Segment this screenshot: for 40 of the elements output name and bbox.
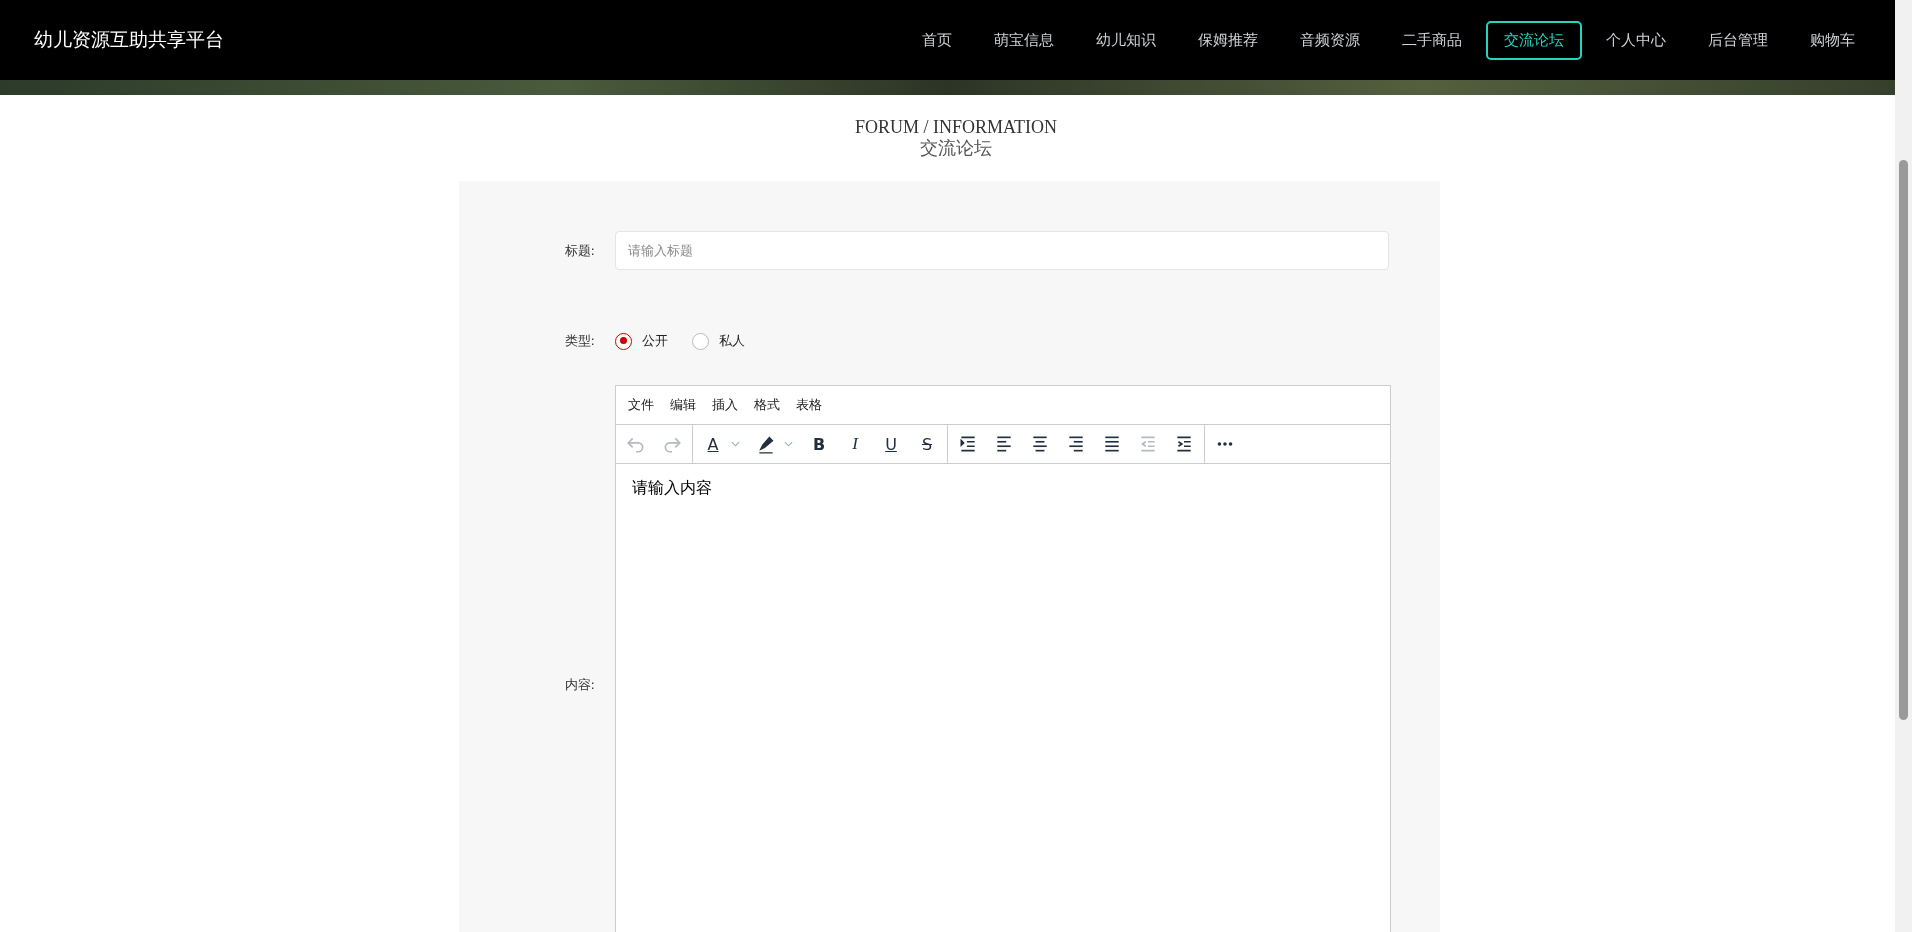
align-icon[interactable] — [1102, 434, 1122, 454]
nav-link[interactable]: 交流论坛 — [1486, 20, 1582, 60]
radio-label[interactable]: 私人 — [719, 332, 745, 350]
nav-link[interactable]: 后台管理 — [1690, 20, 1786, 60]
editor-text[interactable]: 请输入内容 — [632, 478, 712, 499]
align-icon[interactable] — [1066, 434, 1086, 454]
nav-link[interactable]: 二手商品 — [1384, 20, 1480, 60]
radio-button[interactable] — [692, 332, 709, 350]
line-height-icon[interactable] — [958, 434, 978, 454]
nav-link[interactable]: 保姆推荐 — [1180, 20, 1276, 60]
underline-button[interactable]: U — [881, 434, 901, 454]
title-input-field[interactable]: 请输入标题 — [615, 231, 1389, 270]
menu-item[interactable]: 插入 — [712, 396, 738, 414]
pen-icon[interactable] — [756, 434, 776, 454]
field-label: 类型: — [563, 332, 596, 350]
menu-item[interactable]: 文件 — [628, 396, 654, 414]
radio-button[interactable] — [615, 332, 632, 350]
menu-item[interactable]: 表格 — [796, 396, 822, 414]
fontcolor-button[interactable]: A — [703, 434, 723, 454]
nav-link[interactable]: 首页 — [904, 20, 970, 60]
nav-link[interactable]: 购物车 — [1792, 20, 1873, 60]
nav-link[interactable]: 幼儿知识 — [1078, 20, 1174, 60]
radio-label[interactable]: 公开 — [642, 332, 668, 350]
nav-link[interactable]: 萌宝信息 — [976, 20, 1072, 60]
menu-item[interactable]: 编辑 — [670, 396, 696, 414]
field-label: 内容: — [563, 676, 596, 694]
bold-button[interactable]: B — [809, 434, 829, 454]
nav-link[interactable]: 音频资源 — [1282, 20, 1378, 60]
align-icon[interactable] — [994, 434, 1014, 454]
align-icon[interactable] — [1030, 434, 1050, 454]
nav-link[interactable]: 个人中心 — [1588, 20, 1684, 60]
scrollbar[interactable] — [1895, 0, 1912, 932]
italic-button[interactable]: I — [845, 434, 865, 454]
strike-button[interactable]: S — [917, 434, 937, 454]
menu-item[interactable]: 格式 — [754, 396, 780, 414]
indent-icon[interactable] — [1174, 434, 1194, 454]
site-logo-text[interactable]: 幼儿资源互助共享平台 — [34, 27, 224, 53]
section-subtitle: 交流论坛 — [920, 137, 992, 159]
section-title: FORUM / INFORMATION — [855, 117, 1057, 137]
field-label: 标题: — [563, 241, 596, 260]
